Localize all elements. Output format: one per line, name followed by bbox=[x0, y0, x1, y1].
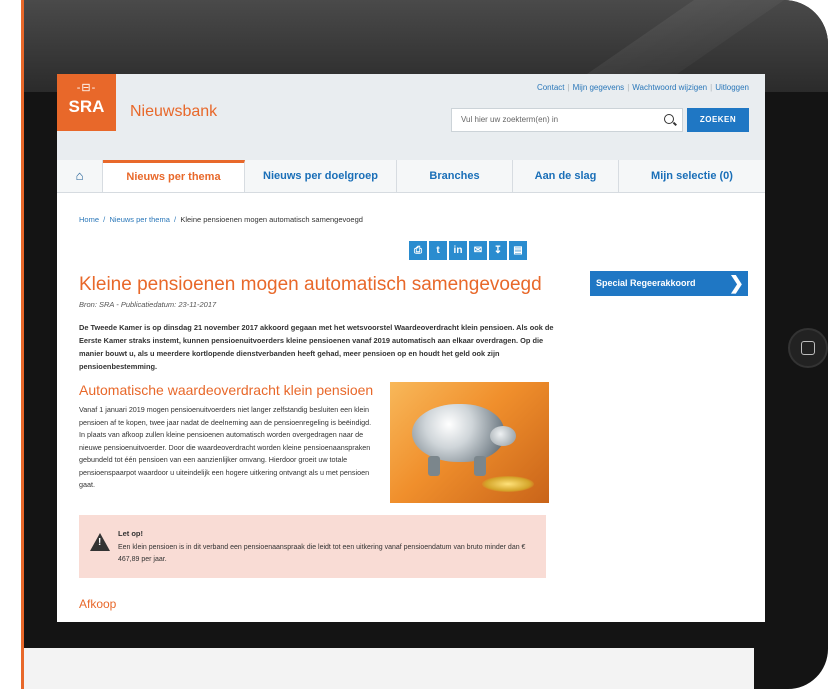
separator: | bbox=[567, 83, 570, 92]
site-header: -⊟- SRA Nieuwsbank Contact | Mijn gegevens… bbox=[57, 74, 765, 152]
change-password-link[interactable]: Wachtwoord wijzigen bbox=[632, 83, 707, 92]
home-icon[interactable]: ⌂ bbox=[57, 160, 103, 192]
download-icon[interactable]: ↧ bbox=[489, 241, 507, 260]
account-links: Contact | Mijn gegevens | Wachtwoord wijzige… bbox=[537, 83, 749, 92]
page-footer-area bbox=[24, 648, 754, 689]
search-placeholder: Vul hier uw zoekterm(en) in bbox=[461, 115, 559, 124]
article-title: Kleine pensioenen mogen automatisch same… bbox=[79, 274, 542, 295]
breadcrumb: Home / Nieuws per thema / Kleine pensioe… bbox=[79, 215, 363, 224]
search-icon[interactable] bbox=[664, 114, 674, 124]
section-heading: Automatische waardeoverdracht klein pens… bbox=[79, 382, 374, 398]
article-meta: Bron: SRA - Publicatiedatum: 23-11-2017 bbox=[79, 300, 217, 309]
tab-branches[interactable]: Branches bbox=[397, 160, 513, 192]
share-toolbar: ⎙ t in ✉ ↧ ▤ bbox=[409, 240, 529, 260]
breadcrumb-thema[interactable]: Nieuws per thema bbox=[109, 215, 169, 224]
tablet-home-button[interactable] bbox=[788, 328, 828, 368]
search-input[interactable]: Vul hier uw zoekterm(en) in bbox=[451, 108, 683, 132]
twitter-icon[interactable]: t bbox=[429, 241, 447, 260]
main-navigation: ⌂ Nieuws per thema Nieuws per doelgroep … bbox=[57, 160, 765, 193]
contact-link[interactable]: Contact bbox=[537, 83, 565, 92]
tab-nieuws-per-thema[interactable]: Nieuws per thema bbox=[103, 160, 245, 192]
tab-aan-de-slag[interactable]: Aan de slag bbox=[513, 160, 619, 192]
section-paragraph: Vanaf 1 januari 2019 mogen pensioenuitvo… bbox=[79, 405, 372, 489]
my-details-link[interactable]: Mijn gegevens bbox=[573, 83, 625, 92]
mail-icon[interactable]: ✉ bbox=[469, 241, 487, 260]
piggy-leg-shape bbox=[428, 456, 440, 476]
browser-screen: -⊟- SRA Nieuwsbank Contact | Mijn gegevens… bbox=[57, 74, 765, 622]
chevron-right-icon: ❯ bbox=[728, 273, 744, 293]
linkedin-icon[interactable]: in bbox=[449, 241, 467, 260]
briefcase-icon[interactable]: ▤ bbox=[509, 241, 527, 260]
article-intro: De Tweede Kamer is op dinsdag 21 novembe… bbox=[79, 323, 554, 371]
piggy-leg-shape bbox=[474, 456, 486, 476]
separator: | bbox=[710, 83, 713, 92]
coins-shape bbox=[482, 476, 534, 492]
main-content: Home / Nieuws per thema / Kleine pensioe… bbox=[57, 193, 765, 622]
afkoop-heading: Afkoop bbox=[79, 597, 117, 611]
tablet-frame: -⊟- SRA Nieuwsbank Contact | Mijn gegevens… bbox=[24, 0, 828, 689]
logo-glyph: -⊟- bbox=[76, 82, 97, 94]
breadcrumb-current: Kleine pensioenen mogen automatisch same… bbox=[180, 215, 363, 224]
search-button[interactable]: ZOEKEN bbox=[687, 108, 749, 132]
breadcrumb-home[interactable]: Home bbox=[79, 215, 99, 224]
warning-text: Een klein pensioen is in dit verband een… bbox=[118, 544, 526, 563]
piggy-snout-shape bbox=[490, 426, 516, 446]
piggy-bank-image bbox=[390, 382, 549, 503]
tab-nieuws-per-doelgroep[interactable]: Nieuws per doelgroep bbox=[245, 160, 397, 192]
warning-heading: Let op! bbox=[118, 529, 143, 538]
site-name[interactable]: Nieuwsbank bbox=[130, 103, 217, 121]
print-icon[interactable]: ⎙ bbox=[409, 241, 427, 260]
special-regeerakkoord-button[interactable]: Special Regeerakkoord ❯ bbox=[590, 271, 748, 296]
separator: | bbox=[627, 83, 630, 92]
sra-logo[interactable]: -⊟- SRA bbox=[57, 74, 116, 131]
tab-mijn-selectie[interactable]: Mijn selectie (0) bbox=[619, 160, 765, 192]
warning-icon bbox=[90, 533, 110, 551]
logo-text: SRA bbox=[68, 97, 105, 116]
logout-link[interactable]: Uitloggen bbox=[715, 83, 749, 92]
warning-box: Let op! Een klein pensioen is in dit ver… bbox=[79, 515, 546, 578]
special-label: Special Regeerakkoord bbox=[596, 278, 696, 288]
home-button-icon bbox=[801, 341, 815, 355]
